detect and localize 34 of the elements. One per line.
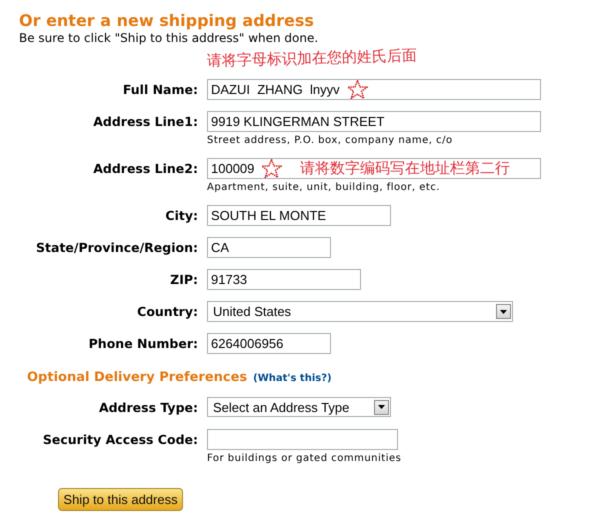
annotation-text: 请将数字编码写在地址栏第二行	[300, 159, 510, 178]
dropdown[interactable]: Select an Address Type	[207, 397, 391, 417]
field-label: Country:	[136, 303, 198, 321]
star-icon	[347, 80, 368, 99]
field-label: Security Access Code:	[42, 431, 198, 449]
input-field[interactable]: 91733	[207, 269, 361, 290]
field-label: Address Line1:	[92, 113, 198, 131]
field-hint: For buildings or gated communities	[207, 453, 402, 465]
input-field[interactable]: 6264006956	[207, 333, 331, 354]
form-heading: Or enter a new shipping address	[19, 11, 315, 31]
annotation-text: 请将字母标识加在您的姓氏后面	[206, 46, 418, 71]
field-label: ZIP:	[169, 271, 198, 289]
star-icon	[261, 159, 282, 178]
instruction-text: Be sure to click "Ship to this address" when done.	[19, 31, 320, 46]
input-field[interactable]: CA	[207, 237, 331, 258]
input-field[interactable]	[207, 429, 398, 450]
field-label: State/Province/Region:	[35, 239, 198, 257]
dropdown[interactable]: United States	[207, 301, 513, 322]
field-label: City:	[164, 207, 198, 225]
field-hint: Apartment, suite, unit, building, floor, etc.	[207, 182, 440, 194]
field-label: Address Line2:	[92, 160, 198, 178]
field-label: Address Type:	[98, 399, 198, 417]
field-hint: Street address, P.O. box, company name, c/o	[207, 135, 453, 147]
help-link[interactable]: (What's this?)	[253, 373, 332, 384]
section-heading: Optional Delivery Preferences	[27, 370, 248, 385]
field-label: Full Name:	[122, 81, 198, 99]
input-field[interactable]: 100009 请将数字编码写在地址栏第二行	[207, 158, 541, 179]
caret-icon	[500, 310, 507, 314]
field-label: Phone Number:	[88, 335, 198, 353]
input-field[interactable]: 9919 KLINGERMAN STREET	[207, 111, 541, 132]
ship-button[interactable]: Ship to this address	[58, 488, 183, 511]
input-field[interactable]: SOUTH EL MONTE	[207, 205, 391, 226]
input-field[interactable]: DAZUI ZHANG lnyyv	[207, 79, 541, 100]
caret-icon	[378, 405, 385, 409]
